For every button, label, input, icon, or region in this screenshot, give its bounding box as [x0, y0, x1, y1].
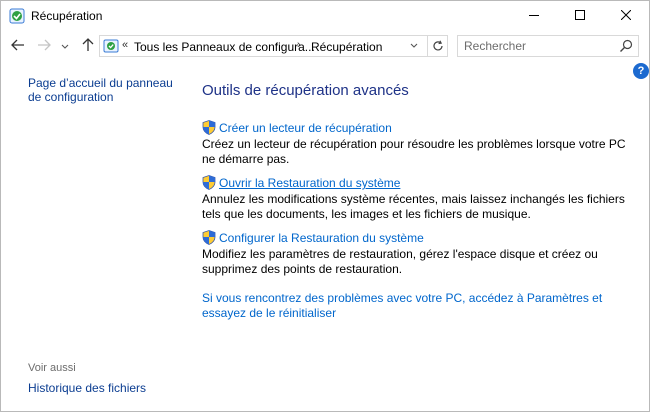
uac-shield-icon: [202, 230, 216, 245]
uac-shield-icon: [202, 120, 216, 135]
search-icon[interactable]: [619, 39, 633, 53]
close-icon: [620, 9, 632, 23]
breadcrumb-separator[interactable]: ›: [297, 39, 301, 51]
address-dropdown-button[interactable]: [406, 38, 422, 54]
minimize-button[interactable]: [511, 1, 557, 31]
maximize-button[interactable]: [557, 1, 603, 31]
control-panel-home-link[interactable]: Page d’accueil du panneau de configurati…: [28, 76, 188, 104]
recovery-window: Récupération « Tous les Panneaux de conf…: [0, 0, 650, 412]
open-system-restore-description: Annulez les modifications système récent…: [202, 192, 625, 221]
arrow-up-icon: [82, 37, 94, 55]
address-bar[interactable]: « Tous les Panneaux de configura... › Ré…: [99, 35, 448, 57]
arrow-left-icon: [11, 39, 25, 54]
refresh-icon: [432, 40, 443, 51]
open-system-restore-link[interactable]: Ouvrir la Restauration du système: [219, 176, 400, 190]
file-history-link[interactable]: Historique des fichiers: [28, 381, 146, 395]
task-open-system-restore: Ouvrir la Restauration du système Annule…: [202, 175, 642, 222]
breadcrumb-current[interactable]: Récupération: [311, 40, 382, 54]
reset-pc-settings-link[interactable]: Si vous rencontrez des problèmes avec vo…: [202, 291, 632, 321]
configure-system-restore-description: Modifiez les paramètres de restauration,…: [202, 247, 598, 276]
breadcrumb-all-control-panel-items[interactable]: Tous les Panneaux de configura...: [134, 40, 315, 54]
up-button[interactable]: [79, 37, 97, 55]
uac-shield-icon: [202, 175, 216, 190]
configure-system-restore-link[interactable]: Configurer la Restauration du système: [219, 231, 424, 245]
window-title: Récupération: [31, 9, 103, 23]
search-box[interactable]: [457, 35, 639, 57]
minimize-icon: [529, 9, 539, 23]
arrow-right-icon: [37, 39, 51, 54]
control-panel-location-icon: [103, 38, 119, 54]
breadcrumb-overflow[interactable]: «: [122, 39, 128, 51]
close-button[interactable]: [603, 1, 649, 31]
search-input[interactable]: [464, 39, 614, 53]
back-button[interactable]: [9, 37, 27, 55]
page-title: Outils de récupération avancés: [202, 82, 409, 99]
task-configure-system-restore: Configurer la Restauration du système Mo…: [202, 230, 642, 277]
recent-locations-button[interactable]: [59, 37, 71, 55]
navigation-bar: « Tous les Panneaux de configura... › Ré…: [1, 31, 649, 61]
create-recovery-drive-description: Créez un lecteur de récupération pour ré…: [202, 137, 626, 166]
chevron-down-icon: [61, 39, 69, 53]
title-bar[interactable]: Récupération: [1, 1, 649, 31]
task-create-recovery-drive: Créer un lecteur de récupération Créez u…: [202, 120, 642, 167]
recovery-control-panel-icon: [9, 8, 25, 24]
forward-button[interactable]: [35, 37, 53, 55]
create-recovery-drive-link[interactable]: Créer un lecteur de récupération: [219, 121, 392, 135]
maximize-icon: [575, 9, 585, 23]
help-icon[interactable]: ?: [633, 63, 649, 79]
chevron-down-icon: [410, 43, 418, 48]
refresh-button[interactable]: [427, 36, 447, 56]
see-also-label: Voir aussi: [28, 362, 76, 374]
